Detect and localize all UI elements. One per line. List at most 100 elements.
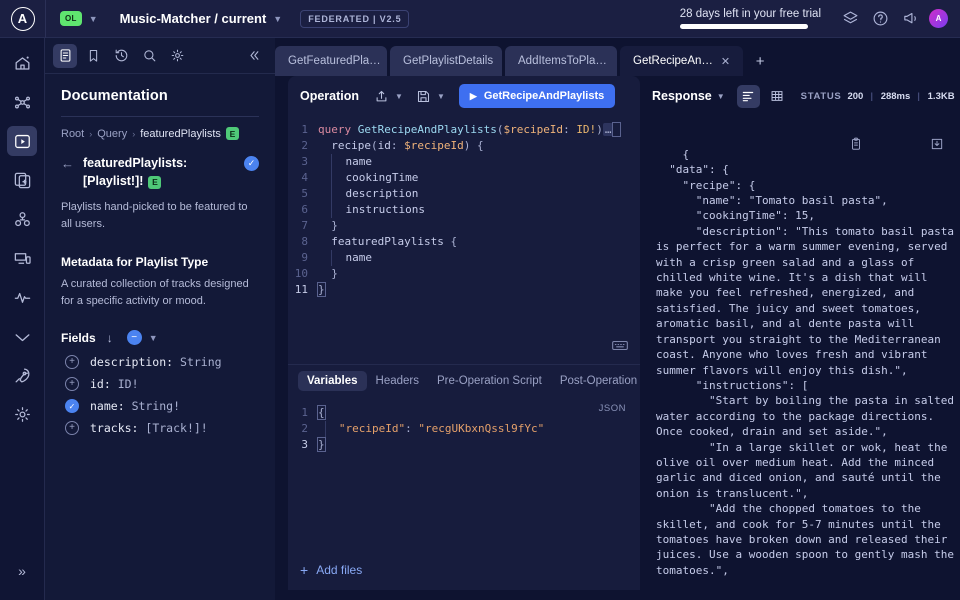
sidebar-item-settings[interactable]: [7, 399, 37, 429]
divider: [61, 116, 259, 117]
sidebar-item-subgraphs[interactable]: [7, 204, 37, 234]
breadcrumb-query[interactable]: Query: [97, 128, 127, 140]
add-files-button[interactable]: + Add files: [288, 550, 640, 590]
line-number: 1: [288, 405, 318, 421]
avatar[interactable]: A: [929, 9, 948, 28]
download-icon[interactable]: [877, 122, 944, 171]
layers-icon[interactable]: [835, 0, 865, 38]
share-chevron-down-icon[interactable]: ▼: [395, 92, 403, 101]
code-text: }: [318, 218, 640, 234]
sort-descending-icon[interactable]: ↓: [107, 331, 113, 345]
list-item[interactable]: + id: ID!: [61, 377, 259, 391]
list-item[interactable]: + tracks: [Track!]!: [61, 421, 259, 435]
tab-post-operation-script[interactable]: Post-Operation Script: [551, 371, 640, 391]
back-arrow-icon[interactable]: ←: [61, 154, 83, 171]
tab-add-items-to-playlist[interactable]: AddItemsToPla…: [505, 46, 617, 76]
app-logo[interactable]: A: [0, 0, 45, 38]
list-item[interactable]: ✓ name: String!: [61, 399, 259, 413]
new-tab-button[interactable]: +: [746, 46, 774, 76]
field-title-text: featuredPlaylists: [Playlist!]!: [83, 156, 187, 188]
tab-label: AddItemsToPla…: [518, 55, 607, 67]
sidebar-item-launches[interactable]: [7, 360, 37, 390]
sidebar-item-clients[interactable]: [7, 243, 37, 273]
field-selected-check-icon[interactable]: ✓: [244, 156, 259, 171]
sidebar-item-metrics[interactable]: [7, 282, 37, 312]
sidebar-item-graph[interactable]: [7, 87, 37, 117]
breadcrumb-current[interactable]: featuredPlaylists: [140, 128, 221, 140]
code-line: 1 query GetRecipeAndPlaylists($recipeId:…: [288, 122, 640, 138]
add-field-icon[interactable]: +: [65, 377, 79, 391]
sidebar-item-home[interactable]: [7, 48, 37, 78]
tab-get-recipe-and-playlists[interactable]: GetRecipeAn… ✕: [620, 46, 743, 76]
line-number: 1: [288, 122, 318, 138]
line-number: 3: [288, 437, 318, 453]
breadcrumb-separator-icon: ›: [89, 129, 92, 139]
list-item[interactable]: + description: String: [61, 355, 259, 369]
field-label: description: String: [90, 355, 222, 369]
save-chevron-down-icon[interactable]: ▼: [437, 92, 445, 101]
line-number: 6: [288, 202, 318, 218]
add-field-icon[interactable]: +: [65, 421, 79, 435]
tab-headers[interactable]: Headers: [367, 371, 428, 391]
tab-get-playlist-details[interactable]: GetPlaylistDetails: [390, 46, 502, 76]
field-selected-check-icon[interactable]: ✓: [65, 399, 79, 413]
sidebar-item-checks[interactable]: [7, 321, 37, 351]
sidebar-item-schema-checks[interactable]: [7, 165, 37, 195]
status-code: 200: [847, 91, 863, 102]
org-chevron-down-icon[interactable]: ▼: [89, 14, 98, 24]
megaphone-icon[interactable]: [895, 0, 925, 38]
variables-editor[interactable]: JSON 1 { 2 "recipeId": "recgUKbxnQssl9fY…: [288, 397, 640, 550]
share-icon[interactable]: [373, 88, 390, 105]
line-number: 11: [288, 282, 318, 298]
code-line: 8 featuredPlaylists {: [288, 234, 640, 250]
search-icon[interactable]: [137, 44, 161, 68]
sidebar-item-explorer[interactable]: [7, 126, 37, 156]
response-status: STATUS 200 | 288ms | 1.3KB: [801, 91, 955, 102]
add-field-icon[interactable]: +: [65, 355, 79, 369]
logo-circle: A: [11, 7, 35, 31]
deselect-all-icon[interactable]: −: [127, 330, 142, 345]
bookmark-icon[interactable]: [81, 44, 105, 68]
code-text: name: [318, 154, 640, 170]
code-text: description: [318, 186, 640, 202]
settings-icon[interactable]: [165, 44, 189, 68]
line-number: 7: [288, 218, 318, 234]
project-chevron-down-icon[interactable]: ▼: [273, 14, 282, 24]
tab-label: Headers: [376, 375, 419, 387]
avatar-letter: A: [936, 14, 942, 23]
history-icon[interactable]: [109, 44, 133, 68]
copy-icon[interactable]: [796, 122, 863, 171]
tab-get-featured-playlists[interactable]: GetFeaturedPla…: [275, 46, 387, 76]
breadcrumb-root[interactable]: Root: [61, 128, 84, 140]
expand-rail-label: »: [18, 563, 26, 579]
breadcrumb: Root › Query › featuredPlaylists E: [61, 127, 259, 140]
query-editor[interactable]: 1 query GetRecipeAndPlaylists($recipeId:…: [288, 116, 640, 364]
run-operation-button[interactable]: ▶ GetRecipeAndPlaylists: [459, 84, 615, 108]
close-icon[interactable]: ✕: [721, 55, 730, 68]
plus-icon: +: [756, 53, 765, 70]
code-line: 6 instructions: [288, 202, 640, 218]
tab-variables[interactable]: Variables: [298, 371, 367, 391]
fields-chevron-down-icon[interactable]: ▼: [149, 333, 158, 343]
collapse-panel-icon[interactable]: [241, 44, 265, 68]
code-text: }: [318, 437, 640, 453]
response-chevron-down-icon[interactable]: ▼: [717, 92, 725, 101]
code-text: }: [318, 266, 640, 282]
tab-pre-operation-script[interactable]: Pre-Operation Script: [428, 371, 551, 391]
add-files-label: Add files: [316, 563, 362, 577]
project-name[interactable]: Music-Matcher / current: [120, 11, 267, 26]
keyboard-icon[interactable]: [612, 340, 628, 356]
documentation-icon[interactable]: [53, 44, 77, 68]
save-icon[interactable]: [415, 88, 432, 105]
table-view-icon[interactable]: [766, 85, 789, 108]
field-header: ← featuredPlaylists: [Playlist!]!E ✓: [61, 154, 259, 190]
help-icon[interactable]: [865, 0, 895, 38]
response-body[interactable]: { "data": { "recipe": { "name": "Tomato …: [648, 116, 960, 600]
expand-rail-button[interactable]: »: [7, 556, 37, 586]
field-label: id: ID!: [90, 377, 139, 391]
org-badge[interactable]: OL: [60, 11, 82, 26]
formatted-view-icon[interactable]: [737, 85, 760, 108]
tab-label: GetRecipeAn…: [633, 55, 713, 67]
response-header: Response ▼ STATUS 200 | 288ms | 1.3KB: [648, 76, 960, 116]
field-label: tracks: [Track!]!: [90, 421, 208, 435]
